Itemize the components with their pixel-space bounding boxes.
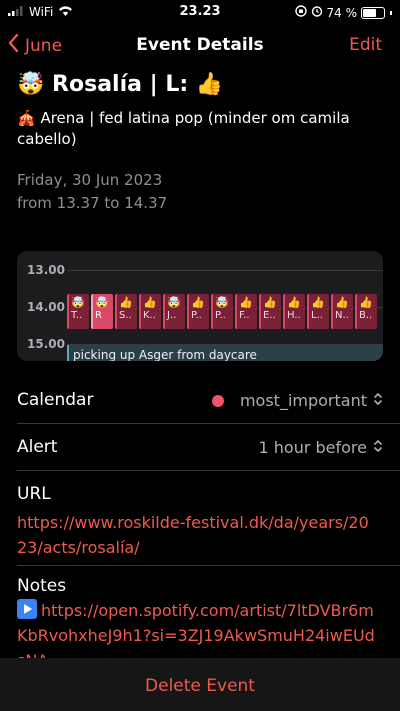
overlap-event-block[interactable]: 🤯 T.. — [67, 294, 89, 329]
overlap-event-emoji: 🤯 — [167, 296, 181, 309]
chevron-up-down-icon — [373, 391, 383, 410]
overlap-event-label: R — [95, 310, 102, 321]
battery-percent: 74 % — [326, 5, 358, 20]
overlap-event-emoji: 👍 — [263, 296, 277, 309]
overlap-event-block[interactable]: 👍 F.. — [235, 294, 257, 329]
divider — [17, 470, 400, 471]
battery-tip — [390, 10, 392, 15]
hour-label: 15.00 — [27, 337, 65, 351]
event-time-range: from 13.37 to 14.37 — [17, 194, 168, 212]
overlapping-events: 🤯 T.. 🤯 R 👍 S.. 👍 K.. 🤯 J.. 👍 P.. 🤯 P.. 👍 F.. 👍 E.. 👍 H.. 👍 L… — [67, 294, 377, 329]
hour-label: 13.00 — [27, 263, 65, 277]
delete-event-button[interactable]: Delete Event — [0, 676, 400, 696]
overlap-event-label: J.. — [167, 310, 177, 321]
overlap-event-label: K.. — [143, 310, 156, 321]
overlap-event-emoji: 👍 — [359, 296, 373, 309]
event-location: 🎪 Arena | fed latina pop (minder om cami… — [17, 109, 350, 148]
url-label: URL — [17, 484, 51, 504]
overlap-event-block[interactable]: 🤯 J.. — [163, 294, 185, 329]
overlap-event-label: E.. — [263, 310, 276, 321]
url-link[interactable]: https://www.roskilde-festival.dk/da/year… — [17, 510, 377, 560]
overlap-event-emoji: 👍 — [311, 296, 325, 309]
status-bar: WiFi 23.23 74 % — [0, 0, 400, 26]
page-title: Event Details — [136, 35, 264, 55]
overlap-event-block[interactable]: 🤯 P.. — [211, 294, 233, 329]
overlap-event-emoji: 👍 — [239, 296, 253, 309]
overlap-event-emoji: 👍 — [335, 296, 349, 309]
overlap-event-block[interactable]: 👍 N.. — [331, 294, 353, 329]
calendar-value: most_important — [239, 391, 367, 410]
event-date: Friday, 30 Jun 2023 — [17, 171, 163, 189]
divider — [17, 565, 400, 566]
overlap-event-label: H.. — [287, 310, 301, 321]
overlap-event-block[interactable]: 🤯 R — [91, 294, 113, 329]
overlap-event-block[interactable]: 👍 B.. — [355, 294, 377, 329]
calendar-color-dot — [211, 394, 224, 407]
overlap-event-block[interactable]: 👍 K.. — [139, 294, 161, 329]
overlap-event-block[interactable]: 👍 S.. — [115, 294, 137, 329]
nav-bar: June Event Details Edit — [0, 26, 400, 66]
play-button-icon — [17, 599, 37, 619]
overlap-event-block[interactable]: 👍 P.. — [187, 294, 209, 329]
overlap-event-block[interactable]: 👍 E.. — [259, 294, 281, 329]
overlap-event-emoji: 🤯 — [215, 296, 229, 309]
notes-label: Notes — [17, 576, 67, 596]
edit-button[interactable]: Edit — [349, 35, 382, 55]
overlap-event-emoji: 👍 — [287, 296, 301, 309]
overlap-event-label: B.. — [359, 310, 373, 321]
overlap-event-label: N.. — [335, 310, 349, 321]
overlap-event-label: S.. — [119, 310, 132, 321]
overlap-event-block[interactable]: 👍 L.. — [307, 294, 329, 329]
overlap-event-block[interactable]: 👍 H.. — [283, 294, 305, 329]
event-title: 🤯 Rosalía | L: 👍 — [17, 72, 224, 97]
overlap-event-emoji: 👍 — [119, 296, 133, 309]
overlap-event-emoji: 👍 — [143, 296, 157, 309]
battery-icon — [361, 6, 385, 19]
hour-line — [67, 270, 383, 271]
orientation-lock-icon — [294, 5, 307, 20]
overlap-event-label: L.. — [311, 310, 323, 321]
calendar-label: Calendar — [17, 390, 94, 410]
alarm-icon — [311, 5, 323, 20]
conflict-event[interactable]: picking up Asger from daycare — [67, 345, 383, 361]
alert-value: 1 hour before — [258, 438, 368, 457]
bottom-toolbar: Delete Event — [0, 658, 400, 711]
overlap-event-label: P.. — [215, 310, 226, 321]
hour-label: 14.00 — [27, 300, 65, 314]
overlap-event-emoji: 🤯 — [95, 296, 109, 309]
alert-label: Alert — [17, 437, 58, 457]
overlap-event-emoji: 👍 — [191, 296, 205, 309]
battery-fill — [363, 8, 376, 17]
day-preview[interactable]: 13.00 14.00 15.00 🤯 T.. 🤯 R 👍 S.. 👍 K.. 🤯 J.. 👍 P..… — [17, 251, 383, 361]
chevron-up-down-icon — [373, 438, 383, 457]
overlap-event-emoji: 🤯 — [71, 296, 85, 309]
overlap-event-label: T.. — [71, 310, 83, 321]
overlap-event-label: F.. — [239, 310, 250, 321]
overlap-event-label: P.. — [191, 310, 202, 321]
calendar-row[interactable]: Calendar most_important — [17, 377, 383, 423]
alert-row[interactable]: Alert 1 hour before — [17, 424, 383, 470]
